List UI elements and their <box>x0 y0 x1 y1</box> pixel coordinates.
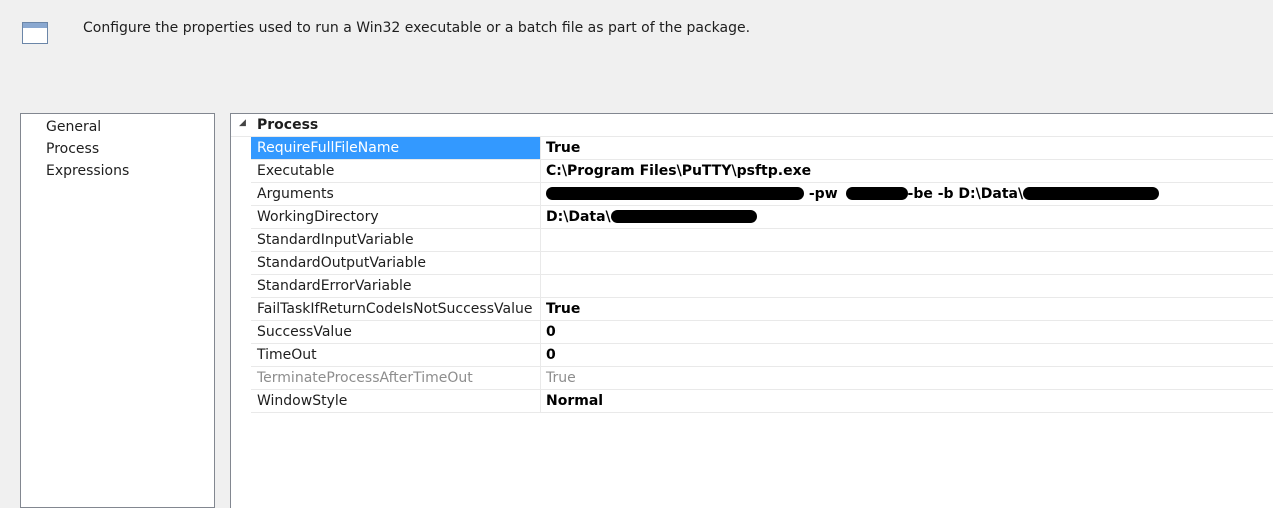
property-row-standarderrorvariable[interactable]: StandardErrorVariable <box>251 275 1273 298</box>
property-row-workingdirectory[interactable]: WorkingDirectory D:\Data\ <box>251 206 1273 229</box>
property-name[interactable]: Executable <box>251 160 541 182</box>
category-row-process[interactable]: ◢ Process <box>231 114 1273 137</box>
property-name[interactable]: TimeOut <box>251 344 541 366</box>
property-row-arguments[interactable]: Arguments -pw -be -b D:\Data\ <box>251 183 1273 206</box>
property-row-terminateprocessaftertimeout[interactable]: TerminateProcessAfterTimeOut True <box>251 367 1273 390</box>
property-row-timeout[interactable]: TimeOut 0 <box>251 344 1273 367</box>
property-value[interactable]: True <box>546 298 580 320</box>
property-name[interactable]: StandardErrorVariable <box>251 275 541 297</box>
nav-item-general[interactable]: General <box>46 117 101 137</box>
redaction-mark <box>610 209 757 223</box>
property-name[interactable]: WindowStyle <box>251 390 541 412</box>
nav-item-expressions[interactable]: Expressions <box>46 161 129 181</box>
property-value-arguments[interactable]: -pw -be -b D:\Data\ <box>546 183 1160 205</box>
redaction-mark <box>546 186 804 200</box>
property-value[interactable]: 0 <box>546 344 556 366</box>
property-name[interactable]: StandardInputVariable <box>251 229 541 251</box>
redaction-mark <box>845 186 908 200</box>
property-value[interactable]: C:\Program Files\PuTTY\psftp.exe <box>546 160 811 182</box>
working-directory-text: D:\Data\ <box>546 209 611 225</box>
property-name[interactable]: Arguments <box>251 183 541 205</box>
property-row-failtaskifreturncodeisnotsuccessvalue[interactable]: FailTaskIfReturnCodeIsNotSuccessValue Tr… <box>251 298 1273 321</box>
page-navigation-list: General Process Expressions <box>20 113 215 508</box>
argument-part: -pw <box>808 186 838 202</box>
property-name[interactable]: WorkingDirectory <box>251 206 541 228</box>
property-name[interactable]: StandardOutputVariable <box>251 252 541 274</box>
property-row-requirefullfilename[interactable]: RequireFullFileName True <box>251 137 1273 160</box>
property-grid: ◢ Process RequireFullFileName True Execu… <box>230 113 1273 508</box>
header-description: Configure the properties used to run a W… <box>83 20 751 36</box>
property-row-windowstyle[interactable]: WindowStyle Normal <box>251 390 1273 413</box>
collapse-triangle-icon[interactable]: ◢ <box>239 118 246 128</box>
category-title: Process <box>257 117 319 133</box>
property-value[interactable]: True <box>546 367 576 389</box>
property-name[interactable]: SuccessValue <box>251 321 541 343</box>
window-icon <box>22 22 48 44</box>
dialog-header: Configure the properties used to run a W… <box>0 0 1273 112</box>
property-row-standardinputvariable[interactable]: StandardInputVariable <box>251 229 1273 252</box>
property-value-workingdirectory[interactable]: D:\Data\ <box>546 206 757 228</box>
property-value[interactable]: True <box>546 137 580 159</box>
property-name[interactable]: TerminateProcessAfterTimeOut <box>251 367 541 389</box>
nav-item-process[interactable]: Process <box>46 139 99 159</box>
property-value[interactable]: Normal <box>546 390 603 412</box>
property-row-executable[interactable]: Executable C:\Program Files\PuTTY\psftp.… <box>251 160 1273 183</box>
property-value[interactable]: 0 <box>546 321 556 343</box>
redaction-mark <box>1023 186 1160 200</box>
property-name[interactable]: FailTaskIfReturnCodeIsNotSuccessValue <box>251 298 541 320</box>
argument-part: -be -b D:\Data\ <box>907 186 1024 202</box>
property-row-successvalue[interactable]: SuccessValue 0 <box>251 321 1273 344</box>
property-row-standardoutputvariable[interactable]: StandardOutputVariable <box>251 252 1273 275</box>
property-name[interactable]: RequireFullFileName <box>251 137 541 159</box>
